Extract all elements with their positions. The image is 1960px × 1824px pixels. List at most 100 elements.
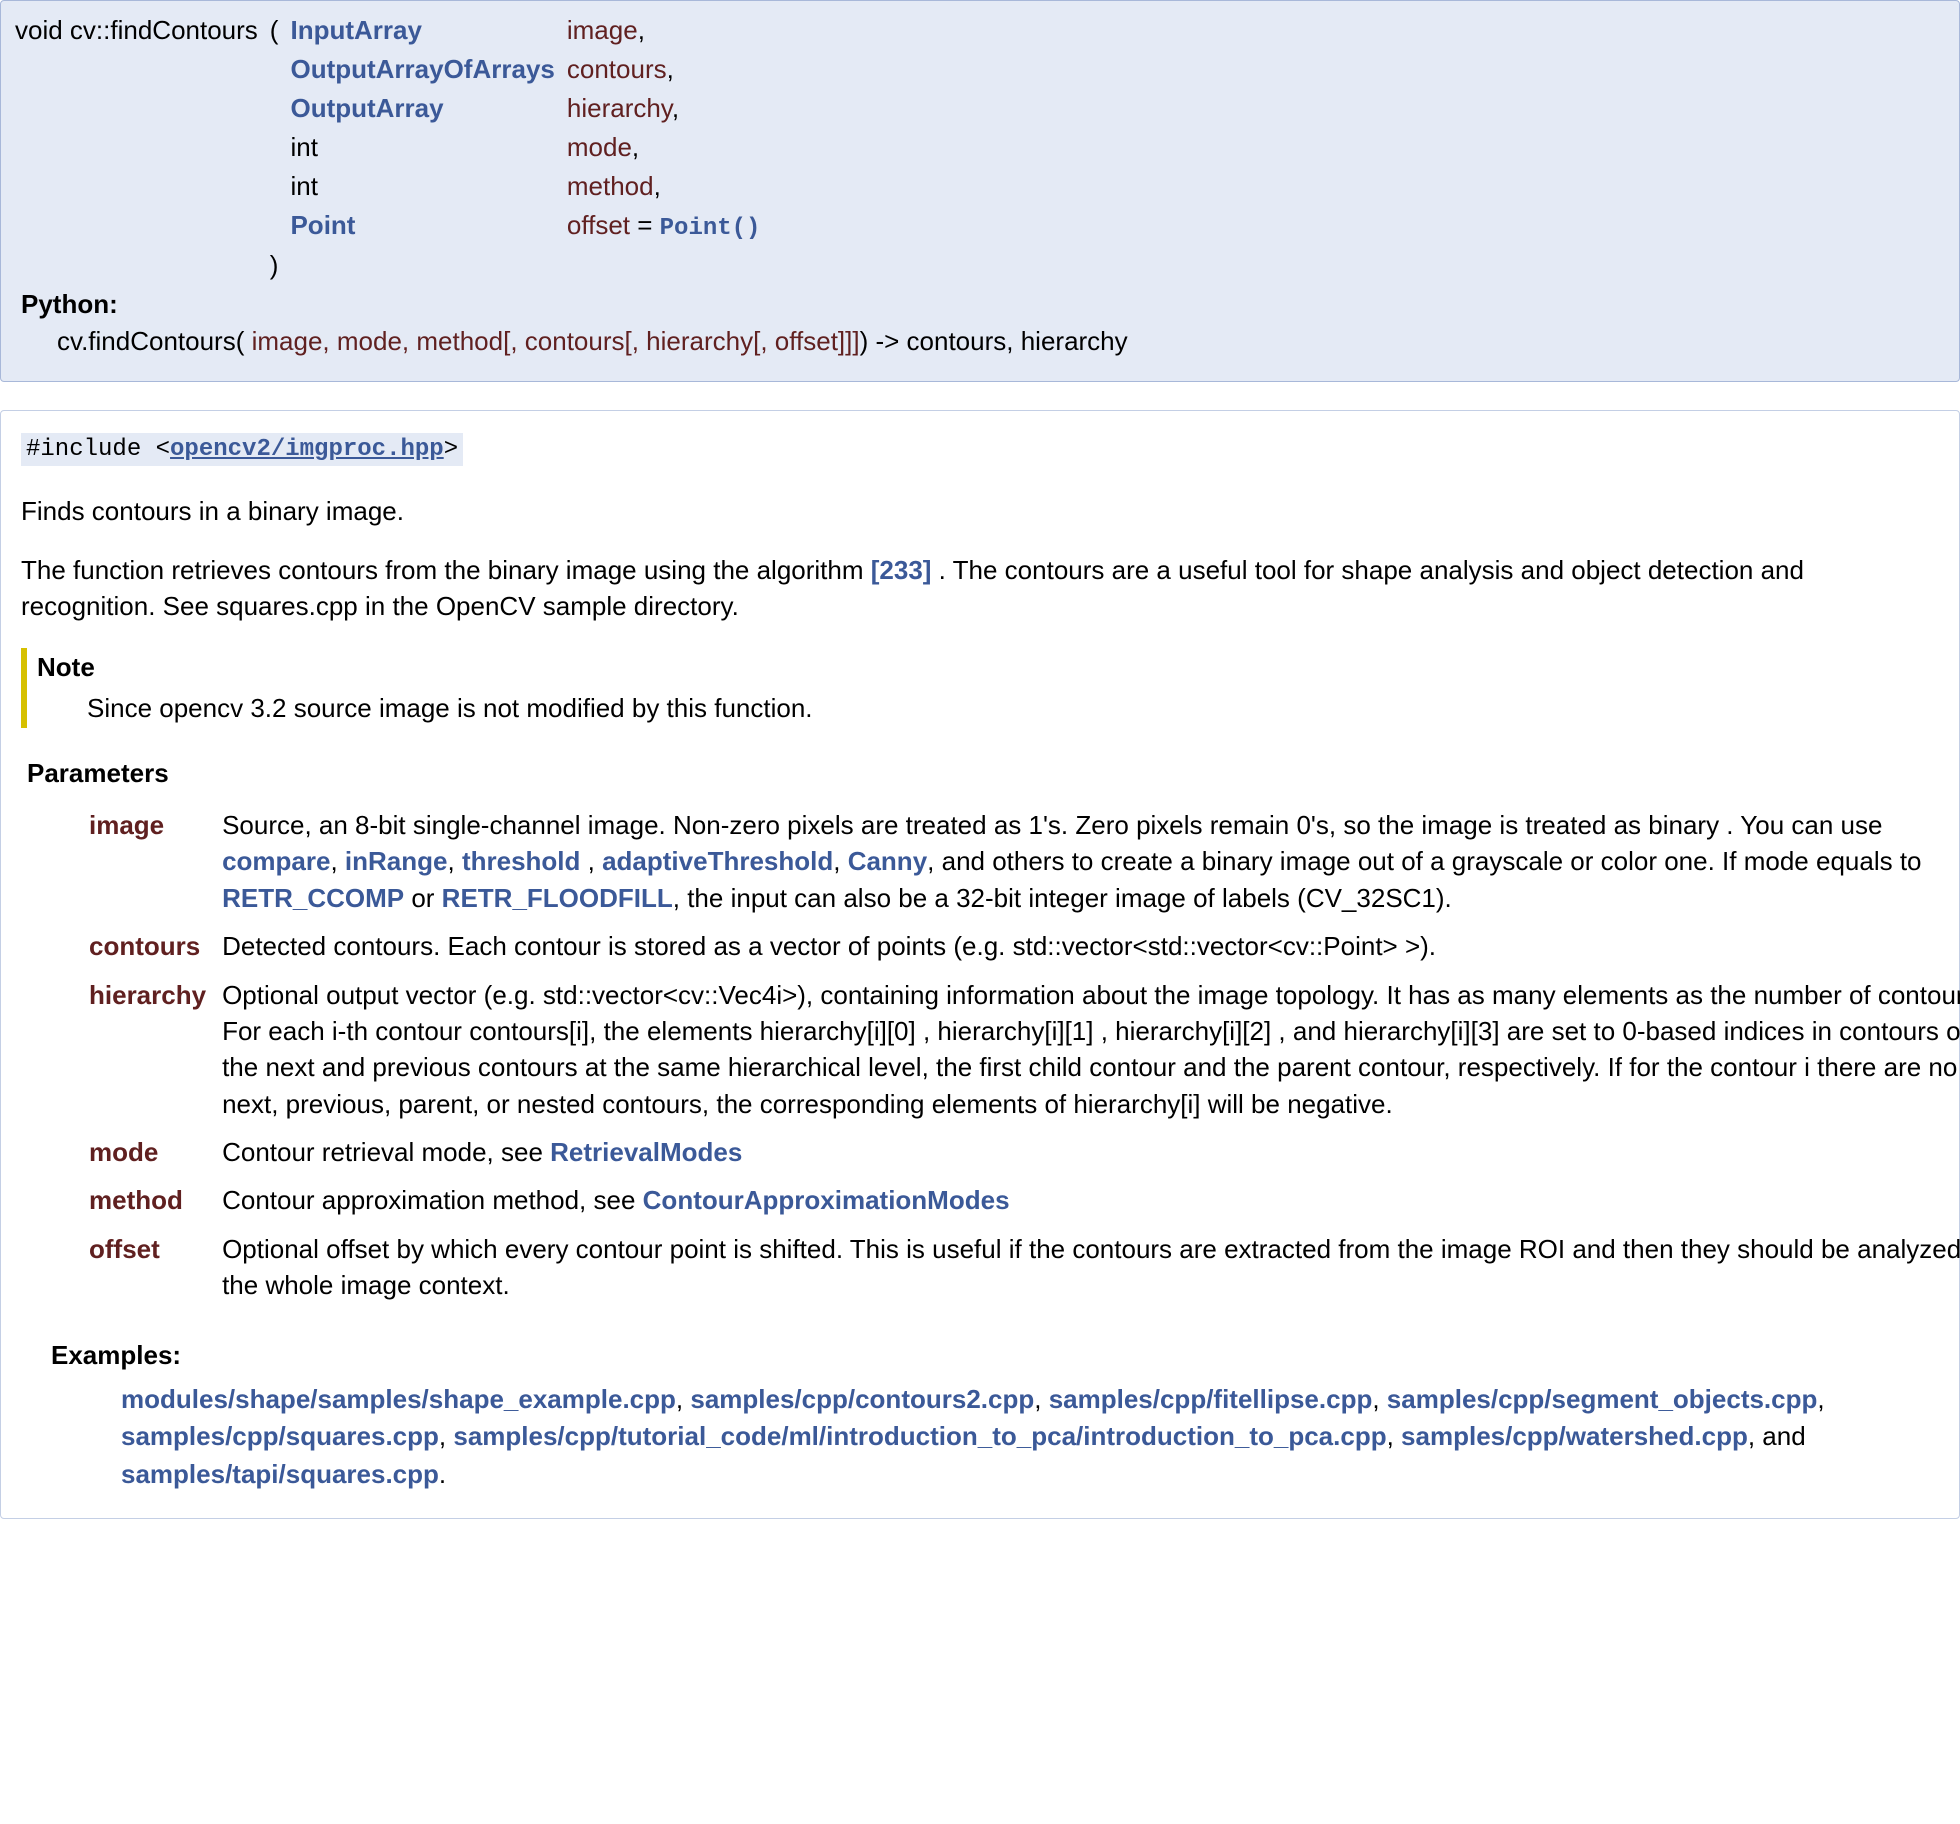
param-row-offset: offset Optional offset by which every co… <box>81 1225 1960 1310</box>
param-row-mode: mode Contour retrieval mode, see Retriev… <box>81 1128 1960 1176</box>
include-path-link[interactable]: opencv2/imgproc.hpp <box>170 436 444 463</box>
desc-part1: The function retrieves contours from the… <box>21 555 871 585</box>
param-label-image: image <box>81 801 214 922</box>
example-link-1[interactable]: samples/cpp/contours2.cpp <box>690 1384 1034 1414</box>
python-sig-prefix: cv.findContours( <box>57 326 244 356</box>
param-name-1: contours <box>567 54 667 84</box>
examples-list: modules/shape/samples/shape_example.cpp,… <box>121 1381 1939 1494</box>
python-arg-5: , offset]]] <box>760 326 859 356</box>
param-type-3: int <box>290 132 317 162</box>
return-type: void cv::findContours <box>15 15 258 45</box>
sep: , <box>1372 1384 1386 1414</box>
link-retrievalmodes[interactable]: RetrievalModes <box>550 1137 742 1167</box>
python-arg-1: , mode <box>322 326 402 356</box>
example-link-6[interactable]: samples/cpp/watershed.cpp <box>1401 1421 1748 1451</box>
param-row-hierarchy: hierarchy Optional output vector (e.g. s… <box>81 971 1960 1129</box>
period: . <box>439 1459 446 1489</box>
note-heading: Note <box>37 650 1939 685</box>
sep: , <box>1034 1384 1048 1414</box>
text: , the input can also be a 32-bit integer… <box>673 883 1452 913</box>
example-link-0[interactable]: modules/shape/samples/shape_example.cpp <box>121 1384 676 1414</box>
param-name-2: hierarchy <box>567 93 672 123</box>
text: , <box>448 846 462 876</box>
link-canny[interactable]: Canny <box>848 846 927 876</box>
link-adaptivethreshold[interactable]: adaptiveThreshold <box>602 846 833 876</box>
and-sep: , and <box>1748 1421 1806 1451</box>
text: Source, an 8-bit single-channel image. N… <box>222 810 1882 840</box>
param-row-image: image Source, an 8-bit single-channel im… <box>81 801 1960 922</box>
param-type-link-2[interactable]: OutputArray <box>290 93 443 123</box>
text: , <box>833 846 847 876</box>
link-retr-floodfill[interactable]: RETR_FLOODFILL <box>442 883 673 913</box>
link-contourapproximationmodes[interactable]: ContourApproximationModes <box>643 1185 1010 1215</box>
examples-heading: Examples: <box>51 1338 1939 1373</box>
function-description-box: #include <opencv2/imgproc.hpp> Finds con… <box>0 410 1960 1519</box>
param-label-mode: mode <box>81 1128 214 1176</box>
param-name-4: method <box>567 171 654 201</box>
param-default-code: Point() <box>660 215 761 242</box>
sep: , <box>1387 1421 1401 1451</box>
param-name-3: mode <box>567 132 632 162</box>
python-arg-4: , hierarchy[ <box>632 326 761 356</box>
text: or <box>404 883 442 913</box>
include-prefix: #include < <box>26 436 170 463</box>
param-desc-hierarchy: Optional output vector (e.g. std::vector… <box>214 971 1960 1129</box>
comma: , <box>667 54 674 84</box>
open-paren: ( <box>264 11 285 50</box>
comma: , <box>672 93 679 123</box>
python-arg-2: , method[ <box>402 326 510 356</box>
cpp-prototype-table: void cv::findContours ( InputArray image… <box>9 11 766 285</box>
comma: , <box>654 171 661 201</box>
param-label-method: method <box>81 1176 214 1224</box>
text: Contour approximation method, see <box>222 1185 643 1215</box>
sep: , <box>439 1421 453 1451</box>
examples-block: Examples: modules/shape/samples/shape_ex… <box>21 1338 1939 1494</box>
link-threshold[interactable]: threshold <box>462 846 580 876</box>
sep: , <box>676 1384 690 1414</box>
text: Contour retrieval mode, see <box>222 1137 550 1167</box>
close-paren: ) <box>264 246 285 285</box>
python-label: Python: <box>9 285 1951 322</box>
text: , <box>330 846 344 876</box>
link-retr-ccomp[interactable]: RETR_CCOMP <box>222 883 404 913</box>
param-type-4: int <box>290 171 317 201</box>
link-compare[interactable]: compare <box>222 846 330 876</box>
brief-description: Finds contours in a binary image. <box>21 494 1939 529</box>
python-signature: cv.findContours( image, mode, method[, c… <box>9 322 1951 367</box>
example-link-2[interactable]: samples/cpp/fitellipse.cpp <box>1049 1384 1373 1414</box>
python-sig-suffix: ) -> contours, hierarchy <box>860 326 1128 356</box>
citation-link[interactable]: [233] <box>871 555 932 585</box>
param-name-5: offset <box>567 210 630 240</box>
param-name-0: image <box>567 15 638 45</box>
param-label-contours: contours <box>81 922 214 970</box>
link-inrange[interactable]: inRange <box>345 846 448 876</box>
param-type-link-5[interactable]: Point <box>290 210 355 240</box>
sep: , <box>1817 1384 1824 1414</box>
comma: , <box>632 132 639 162</box>
param-desc-image: Source, an 8-bit single-channel image. N… <box>214 801 1960 922</box>
function-prototype-box: void cv::findContours ( InputArray image… <box>0 0 1960 382</box>
example-link-last[interactable]: samples/tapi/squares.cpp <box>121 1459 439 1489</box>
param-label-hierarchy: hierarchy <box>81 971 214 1129</box>
param-type-link-0[interactable]: InputArray <box>290 15 421 45</box>
param-default-eq: = <box>630 210 660 240</box>
parameters-heading: Parameters <box>27 756 1939 791</box>
python-arg-0: image <box>244 326 322 356</box>
param-type-link-1[interactable]: OutputArrayOfArrays <box>290 54 554 84</box>
example-link-3[interactable]: samples/cpp/segment_objects.cpp <box>1387 1384 1818 1414</box>
include-line: #include <opencv2/imgproc.hpp> <box>21 429 1939 466</box>
param-desc-offset: Optional offset by which every contour p… <box>214 1225 1960 1310</box>
param-desc-method: Contour approximation method, see Contou… <box>214 1176 1960 1224</box>
python-arg-3: , contours[ <box>510 326 631 356</box>
note-block: Note Since opencv 3.2 source image is no… <box>21 648 1939 728</box>
parameters-table: image Source, an 8-bit single-channel im… <box>81 801 1960 1310</box>
example-link-4[interactable]: samples/cpp/squares.cpp <box>121 1421 439 1451</box>
param-label-offset: offset <box>81 1225 214 1310</box>
param-desc-mode: Contour retrieval mode, see RetrievalMod… <box>214 1128 1960 1176</box>
comma: , <box>638 15 645 45</box>
text: , <box>580 846 602 876</box>
example-link-5[interactable]: samples/cpp/tutorial_code/ml/introductio… <box>453 1421 1386 1451</box>
text: , and others to create a binary image ou… <box>927 846 1921 876</box>
note-body: Since opencv 3.2 source image is not mod… <box>37 691 1939 726</box>
detailed-description: The function retrieves contours from the… <box>21 553 1939 623</box>
